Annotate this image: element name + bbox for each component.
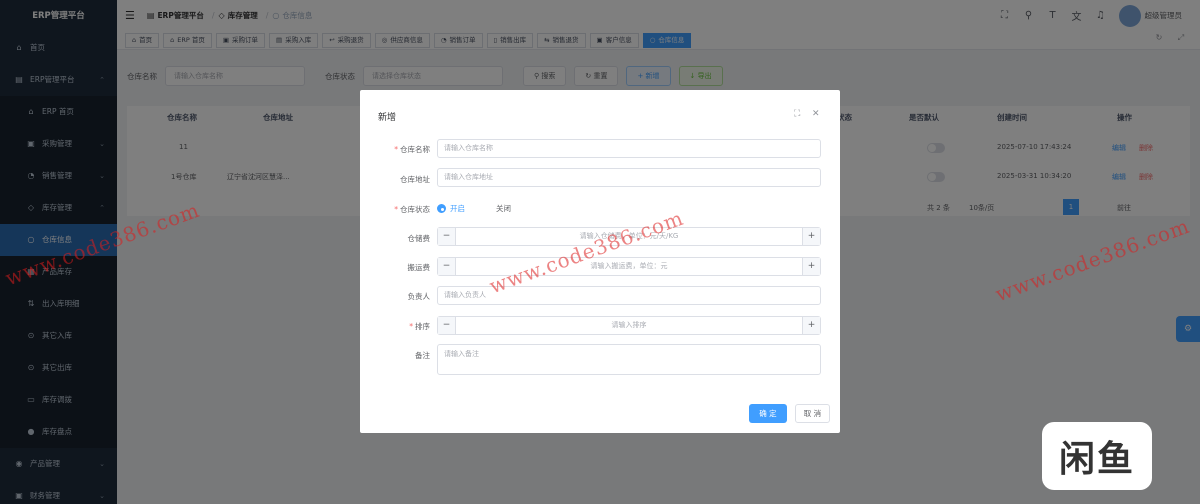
warehouse-address-field[interactable]: 请输入仓库地址 (437, 168, 821, 187)
remark-textarea[interactable]: 请输入备注 (437, 344, 821, 375)
close-icon[interactable]: ✕ (812, 109, 820, 119)
increment-button[interactable]: + (802, 228, 820, 245)
name-label: * 仓库名称 (394, 145, 430, 154)
principal-label: 负责人 (407, 292, 431, 301)
increment-button[interactable]: + (802, 258, 820, 275)
add-warehouse-dialog: 新增 ⛶ ✕ * 仓库名称 请输入仓库名称 仓库地址 请输入仓库地址 * 仓库状态 … (360, 90, 840, 433)
dialog-title: 新增 (378, 113, 397, 123)
xianyu-logo-badge: 闲鱼 (1042, 422, 1152, 490)
sort-stepper[interactable]: − 请输入排序 + (437, 316, 821, 335)
decrement-button[interactable]: − (438, 317, 456, 334)
decrement-button[interactable]: − (438, 258, 456, 275)
remark-label: 备注 (415, 351, 430, 360)
decrement-button[interactable]: − (438, 228, 456, 245)
confirm-button[interactable]: 确 定 (749, 404, 787, 423)
warehouse-name-field[interactable]: 请输入仓库名称 (437, 139, 821, 158)
cancel-button[interactable]: 取 消 (795, 404, 830, 423)
address-label: 仓库地址 (400, 175, 430, 184)
handling-fee-label: 搬运费 (407, 263, 431, 272)
sort-label: * 排序 (409, 322, 430, 331)
storage-fee-label: 仓储费 (407, 234, 431, 243)
status-radio-on[interactable]: 开启 (437, 203, 465, 214)
increment-button[interactable]: + (802, 317, 820, 334)
radio-dot (437, 204, 446, 213)
maximize-icon[interactable]: ⛶ (794, 109, 800, 119)
status-label: * 仓库状态 (394, 205, 430, 214)
status-radio-off[interactable]: 关闭 (496, 203, 511, 214)
